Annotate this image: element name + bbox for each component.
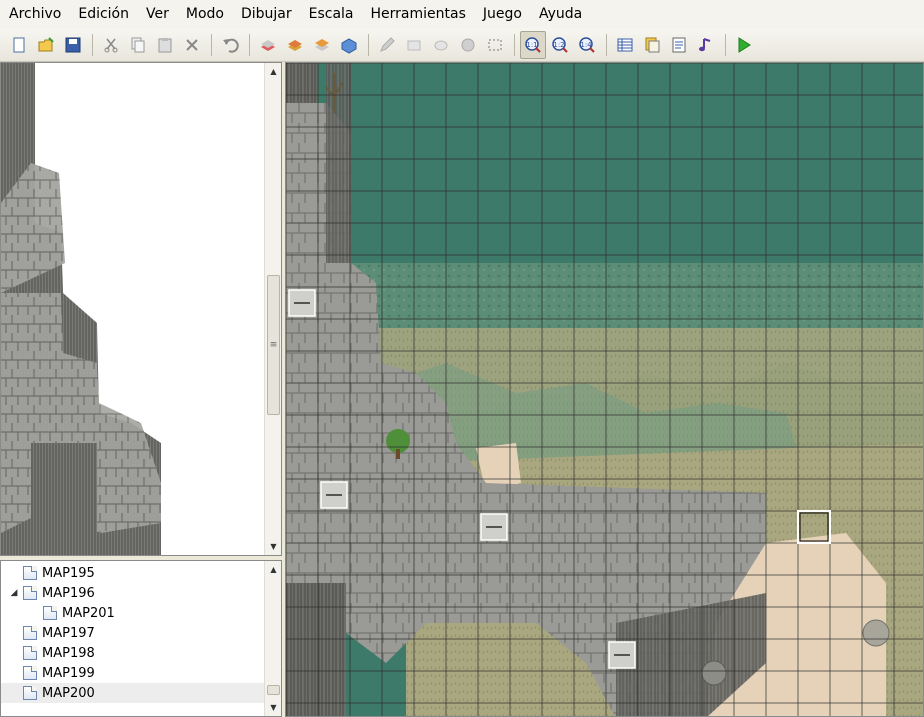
rectangle-icon[interactable] xyxy=(401,31,427,59)
map-file-icon xyxy=(23,646,37,660)
map-tree-item[interactable]: MAP198 xyxy=(1,643,265,663)
toolbar-separator xyxy=(514,33,515,56)
zoom-1-4-icon[interactable]: 1:4 xyxy=(574,31,600,59)
scroll-up-arrow-icon[interactable]: ▲ xyxy=(265,63,281,80)
toolbar-separator xyxy=(211,33,212,56)
tileset-image[interactable] xyxy=(1,63,263,556)
lower-layer-icon[interactable] xyxy=(255,31,281,59)
middle-layer-icon[interactable] xyxy=(282,31,308,59)
save-icon[interactable] xyxy=(60,31,86,59)
copy-icon[interactable] xyxy=(125,31,151,59)
pencil-icon[interactable] xyxy=(374,31,400,59)
menu-modo[interactable]: Modo xyxy=(177,0,232,28)
map-tree-item[interactable]: MAP197 xyxy=(1,623,265,643)
menu-herramientas[interactable]: Herramientas xyxy=(362,0,474,28)
cut-icon[interactable] xyxy=(98,31,124,59)
paste-icon[interactable] xyxy=(152,31,178,59)
map-file-icon xyxy=(23,686,37,700)
menu-edición[interactable]: Edición xyxy=(69,0,137,28)
map-tree-item[interactable]: MAP200 xyxy=(1,683,265,703)
map-file-icon xyxy=(23,566,37,580)
boulder xyxy=(862,619,890,647)
map-tiles[interactable] xyxy=(286,63,924,717)
toolbar-separator xyxy=(249,33,250,56)
menu-juego[interactable]: Juego xyxy=(474,0,530,28)
menu-ayuda[interactable]: Ayuda xyxy=(530,0,590,28)
map-tree-label: MAP200 xyxy=(42,685,95,701)
map-tree-label: MAP196 xyxy=(42,585,95,601)
map-tree-item[interactable]: MAP195 xyxy=(1,563,265,583)
map-tree-panel: MAP195 ◢ MAP196 MAP201 MAP197 MAP198 MAP199 MAP… xyxy=(0,560,282,717)
menu-ver[interactable]: Ver xyxy=(137,0,177,28)
scroll-thumb[interactable]: ≡ xyxy=(267,275,280,415)
map-tree-label: MAP197 xyxy=(42,625,95,641)
map-file-icon xyxy=(43,606,57,620)
tree-trunk xyxy=(396,449,400,459)
ellipse-icon[interactable] xyxy=(428,31,454,59)
fill-icon[interactable] xyxy=(455,31,481,59)
map-file-icon xyxy=(23,586,37,600)
toolbar-separator xyxy=(725,33,726,56)
svg-text:1:4: 1:4 xyxy=(580,41,592,49)
database-icon[interactable] xyxy=(612,31,638,59)
delete-icon[interactable] xyxy=(179,31,205,59)
map-tree-label: MAP201 xyxy=(62,605,115,621)
map-tree-label: MAP198 xyxy=(42,645,95,661)
map-tree-label: MAP195 xyxy=(42,565,95,581)
new-file-icon[interactable] xyxy=(6,31,32,59)
map-file-icon xyxy=(23,626,37,640)
open-folder-icon[interactable] xyxy=(33,31,59,59)
upper-layer-icon[interactable] xyxy=(309,31,335,59)
undo-icon[interactable] xyxy=(217,31,243,59)
menu-dibujar[interactable]: Dibujar xyxy=(232,0,300,28)
map-editor-canvas[interactable] xyxy=(285,62,924,717)
svg-text:1:2: 1:2 xyxy=(553,41,564,49)
map-tree-item[interactable]: ◢ MAP196 xyxy=(1,583,265,603)
toolbar-separator xyxy=(368,33,369,56)
event-layer-icon[interactable] xyxy=(336,31,362,59)
map-tree-label: MAP199 xyxy=(42,665,95,681)
svg-text:1:1: 1:1 xyxy=(526,41,537,49)
toolbar: 1:1 1:2 1:4 xyxy=(0,28,924,62)
toolbar-separator xyxy=(606,33,607,56)
zoom-1-2-icon[interactable]: 1:2 xyxy=(547,31,573,59)
menu-escala[interactable]: Escala xyxy=(300,0,362,28)
play-test-icon[interactable] xyxy=(731,31,757,59)
map-file-icon xyxy=(23,666,37,680)
map-tree-scrollbar[interactable]: ▲ ▼ xyxy=(264,561,281,716)
resource-manager-icon[interactable] xyxy=(639,31,665,59)
select-icon[interactable] xyxy=(482,31,508,59)
scroll-thumb[interactable] xyxy=(267,685,280,695)
menu-bar: Archivo Edición Ver Modo Dibujar Escala Herram… xyxy=(0,0,924,28)
tileset-scrollbar[interactable]: ▲ ≡ ▼ xyxy=(264,63,281,555)
scroll-up-arrow-icon[interactable]: ▲ xyxy=(265,561,281,578)
sound-test-icon[interactable] xyxy=(693,31,719,59)
expand-arrow-icon[interactable]: ◢ xyxy=(5,588,23,598)
cliff-face xyxy=(286,583,346,716)
map-tree-item[interactable]: MAP201 xyxy=(1,603,265,623)
script-editor-icon[interactable] xyxy=(666,31,692,59)
tileset-panel[interactable]: ▲ ≡ ▼ xyxy=(0,62,282,556)
scroll-down-arrow-icon[interactable]: ▼ xyxy=(265,699,281,716)
map-tree-item[interactable]: MAP199 xyxy=(1,663,265,683)
toolbar-separator xyxy=(92,33,93,56)
menu-archivo[interactable]: Archivo xyxy=(0,0,69,28)
zoom-1-1-icon[interactable]: 1:1 xyxy=(520,30,546,59)
rock-pillar xyxy=(701,660,727,686)
scroll-down-arrow-icon[interactable]: ▼ xyxy=(265,538,281,555)
